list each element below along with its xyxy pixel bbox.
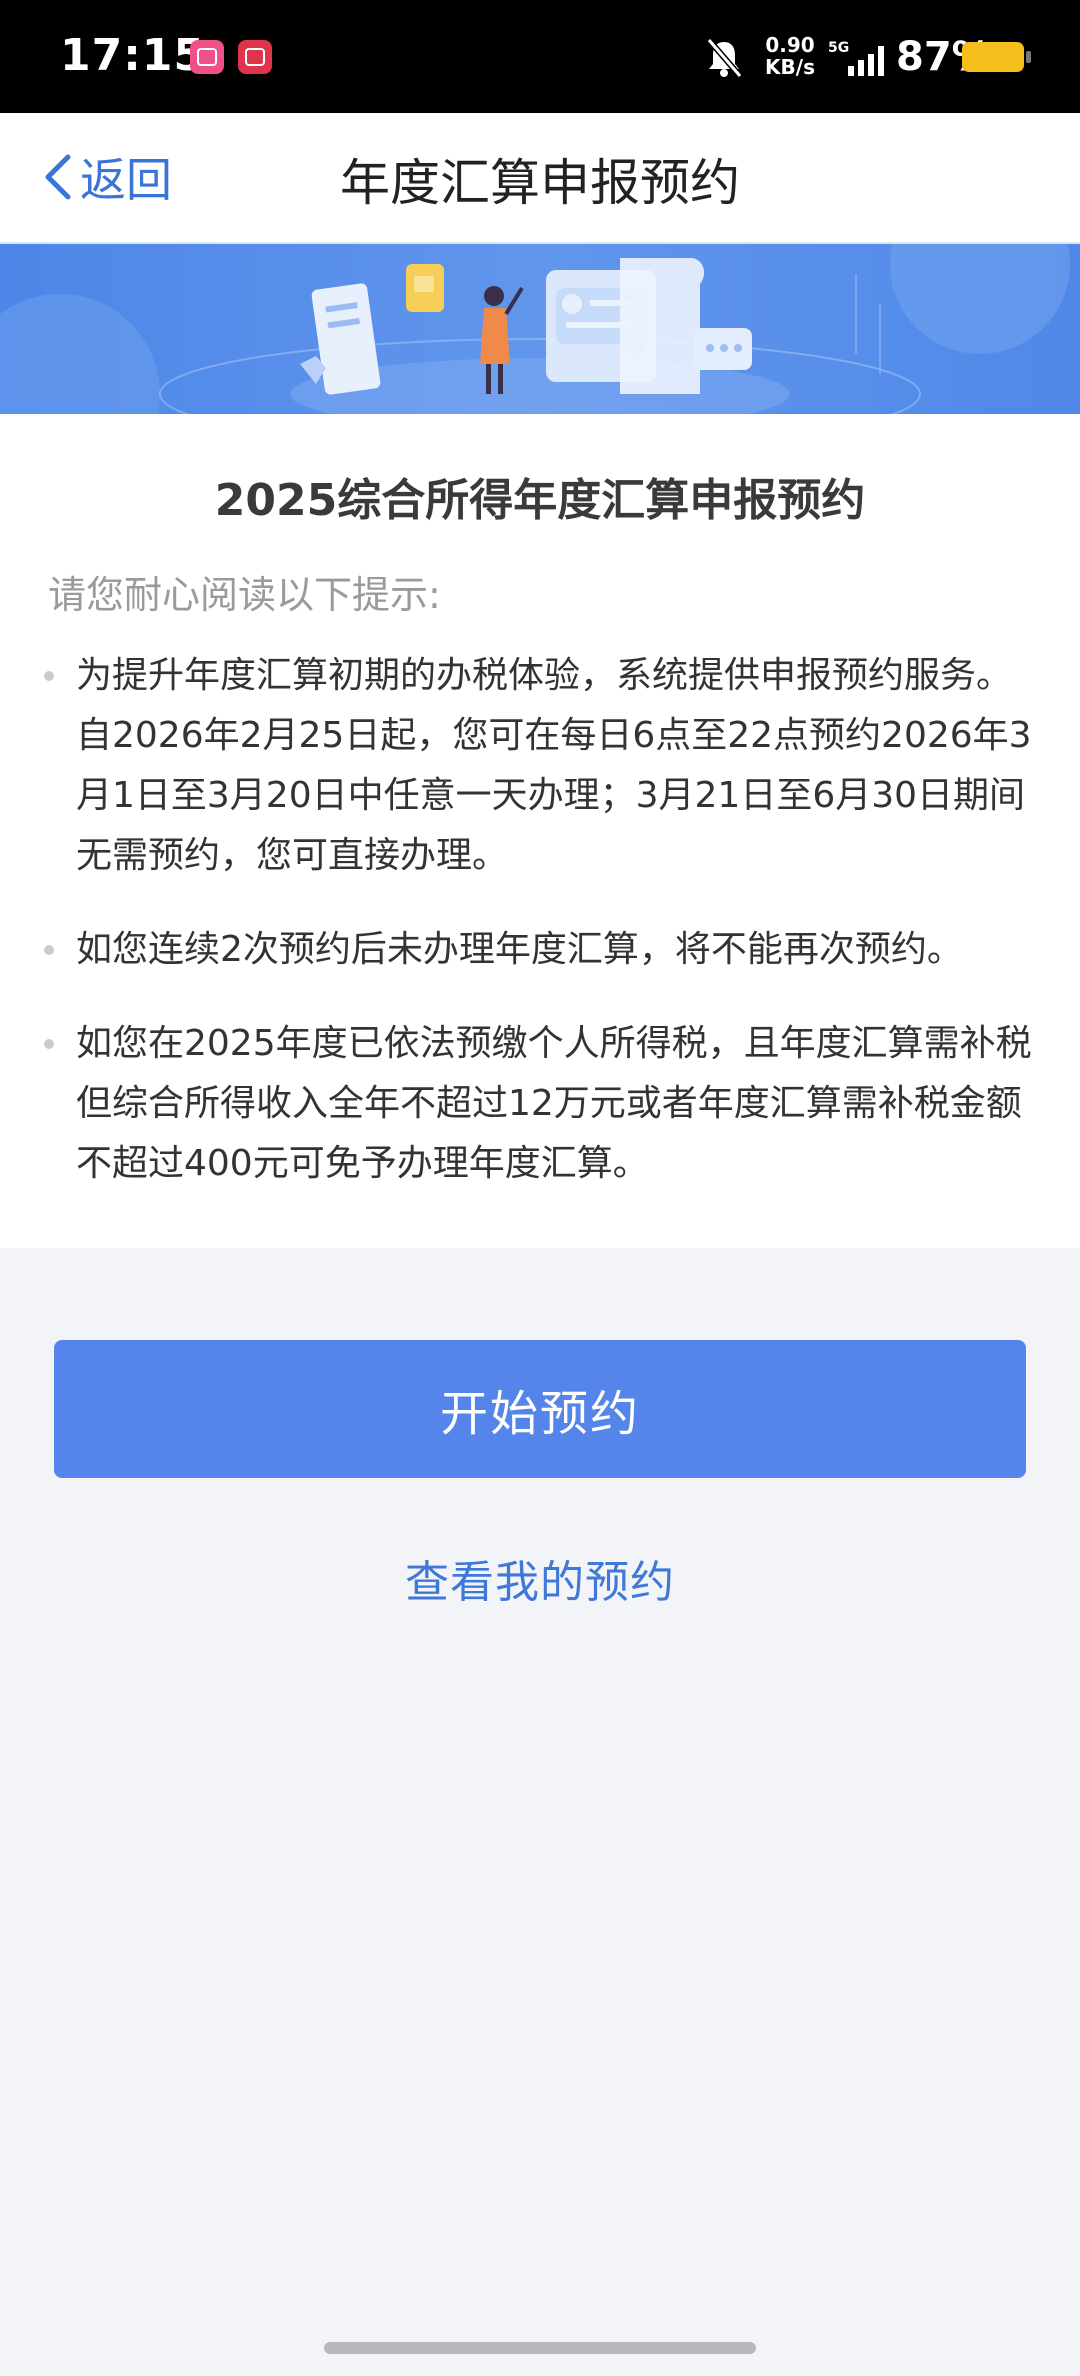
net-speed-unit: KB/s	[765, 55, 815, 79]
bell-muted-icon	[706, 38, 743, 78]
notice-item: 如您连续2次预约后未办理年度汇算，将不能再次预约。	[44, 920, 1032, 980]
notice-card: 2025综合所得年度汇算申报预约 请您耐心阅读以下提示: 为提升年度汇算初期的办…	[0, 414, 1080, 1248]
app-icon	[190, 40, 224, 74]
status-bar: 17:15 0.90 KB/s 5G 87%	[0, 0, 1080, 113]
status-time: 17:15	[60, 30, 206, 81]
notice-hint: 请您耐心阅读以下提示:	[48, 573, 441, 617]
home-indicator[interactable]	[324, 2342, 756, 2354]
notice-item: 如您在2025年度已依法预缴个人所得税，且年度汇算需补税但综合所得收入全年不超过…	[44, 1014, 1032, 1194]
view-my-reservation-link[interactable]: 查看我的预约	[0, 1546, 1080, 1610]
net-speed: 0.90 KB/s	[760, 34, 820, 78]
signal-icon: 5G	[828, 40, 884, 76]
net-speed-value: 0.90	[765, 33, 815, 57]
network-type: 5G	[828, 40, 849, 56]
notice-item: 为提升年度汇算初期的办税体验，系统提供申报预约服务。自2026年2月25日起，您…	[44, 646, 1032, 886]
notice-title: 2025综合所得年度汇算申报预约	[214, 475, 866, 526]
notice-list: 为提升年度汇算初期的办税体验，系统提供申报预约服务。自2026年2月25日起，您…	[44, 646, 1032, 1194]
page-title: 年度汇算申报预约	[340, 154, 740, 212]
start-reservation-button[interactable]: 开始预约	[54, 1340, 1026, 1478]
banner-graphic	[0, 244, 1070, 414]
nav-bar: 返回 年度汇算申报预约	[0, 113, 1080, 244]
banner-illustration	[0, 244, 1080, 414]
app-icon	[238, 40, 272, 74]
battery-icon	[962, 42, 1031, 72]
